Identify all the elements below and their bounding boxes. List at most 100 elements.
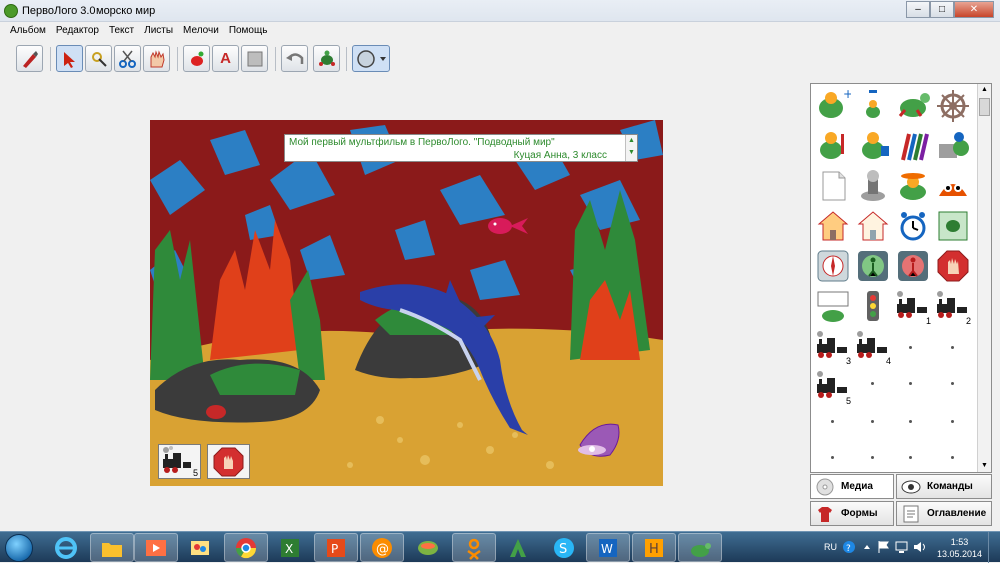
- show-desktop-button[interactable]: [988, 532, 1000, 563]
- turtle-hat-shape[interactable]: [893, 166, 933, 206]
- tab-media[interactable]: Медиа: [810, 474, 894, 499]
- taskbar-arc[interactable]: [496, 533, 540, 562]
- taskbar-explorer[interactable]: [90, 533, 134, 562]
- network-icon[interactable]: [894, 539, 910, 555]
- menu-pages[interactable]: Листы: [144, 22, 173, 40]
- turtle-computer-shape[interactable]: [933, 126, 973, 166]
- word-icon: W: [599, 538, 617, 557]
- pencils-shape[interactable]: [893, 126, 933, 166]
- hand-drag-tool-button[interactable]: [85, 45, 112, 72]
- menu-text[interactable]: Текст: [109, 22, 134, 40]
- empty-slot[interactable]: [951, 456, 954, 459]
- train-4-shape[interactable]: 4: [853, 326, 893, 366]
- empty-slot[interactable]: [831, 456, 834, 459]
- scroll-thumb[interactable]: [979, 98, 990, 116]
- menu-misc[interactable]: Мелочи: [183, 22, 219, 40]
- scissors-tool-button[interactable]: [114, 45, 141, 72]
- train-5-shape[interactable]: 5: [813, 366, 853, 406]
- empty-slot[interactable]: [909, 420, 912, 423]
- train-1-shape[interactable]: 1: [893, 286, 933, 326]
- scroll-down-arrow[interactable]: ▼: [978, 460, 991, 472]
- red-walker-shape[interactable]: [893, 246, 933, 286]
- taskbar-h-app[interactable]: H: [632, 533, 676, 562]
- empty-slot[interactable]: [909, 456, 912, 459]
- empty-slot[interactable]: [951, 420, 954, 423]
- empty-slot[interactable]: [909, 382, 912, 385]
- tab-contents[interactable]: Оглавление: [896, 501, 992, 526]
- flag-icon[interactable]: [876, 539, 892, 555]
- new-turtle-button[interactable]: [313, 45, 340, 72]
- empty-slot[interactable]: [871, 420, 874, 423]
- scroll-up-arrow[interactable]: ▲: [978, 84, 991, 96]
- turtle-reader-shape[interactable]: [853, 126, 893, 166]
- train-start-button[interactable]: 5: [158, 444, 201, 479]
- maximize-button[interactable]: □: [930, 1, 954, 18]
- empty-slot[interactable]: [831, 420, 834, 423]
- taskbar-mail-agent[interactable]: @: [360, 533, 404, 562]
- empty-slot[interactable]: [909, 346, 912, 349]
- language-indicator[interactable]: RU: [824, 542, 837, 552]
- taskbar-powerpoint[interactable]: P: [314, 533, 358, 562]
- blank-page-shape[interactable]: [813, 166, 853, 206]
- tab-commands[interactable]: Команды: [896, 474, 992, 499]
- menu-editor[interactable]: Редактор: [56, 22, 99, 40]
- taskbar-word[interactable]: W: [586, 533, 630, 562]
- house-shape[interactable]: [853, 206, 893, 246]
- taskbar-chrome[interactable]: [224, 533, 268, 562]
- taskbar-pervologo[interactable]: [678, 533, 722, 562]
- taskbar-icq[interactable]: [406, 533, 450, 562]
- close-button[interactable]: ✕: [954, 1, 994, 18]
- help-icon[interactable]: ?: [842, 540, 856, 554]
- alarm-clock-icon: [900, 212, 926, 241]
- taskbar-ie[interactable]: [44, 533, 88, 562]
- taskbar-media[interactable]: [134, 533, 178, 562]
- start-button[interactable]: [5, 534, 33, 562]
- text-tool-button[interactable]: A: [212, 45, 239, 72]
- taskbar-paint[interactable]: [178, 533, 222, 562]
- ship-wheel-shape[interactable]: [933, 86, 973, 126]
- tab-forms[interactable]: Формы: [810, 501, 894, 526]
- stamp-shape[interactable]: [853, 166, 893, 206]
- turtle-sign-shape[interactable]: [813, 286, 853, 326]
- taskbar-odnoklassniki[interactable]: [452, 533, 496, 562]
- stop-button[interactable]: [207, 444, 250, 479]
- stop-hand-shape[interactable]: [933, 246, 973, 286]
- tray-expand-icon[interactable]: [862, 542, 872, 552]
- traffic-light-shape[interactable]: [853, 286, 893, 326]
- alarm-clock-shape[interactable]: [893, 206, 933, 246]
- train-2-shape[interactable]: 2: [933, 286, 973, 326]
- empty-slot[interactable]: [871, 382, 874, 385]
- stamp-tool-button[interactable]: [241, 45, 268, 72]
- scene-text-box[interactable]: Мой первый мультфильм в ПервоЛого. "Подв…: [284, 134, 638, 162]
- compass-button-shape[interactable]: [813, 246, 853, 286]
- shape-selector-dropdown[interactable]: [352, 45, 390, 72]
- svg-text:?: ?: [846, 544, 851, 554]
- empty-slot[interactable]: [951, 382, 954, 385]
- taskbar-excel[interactable]: X: [268, 533, 312, 562]
- minimize-button[interactable]: –: [906, 1, 930, 18]
- menu-help[interactable]: Помощь: [229, 22, 268, 40]
- menu-album[interactable]: Альбом: [10, 22, 46, 40]
- scene-canvas[interactable]: [150, 120, 663, 486]
- text-box-scrollbar[interactable]: ▲ ▼: [625, 135, 637, 161]
- panel-scrollbar[interactable]: ▲ ▼: [977, 84, 991, 472]
- train-3-shape[interactable]: 3: [813, 326, 853, 366]
- turtle-frame-shape[interactable]: [933, 206, 973, 246]
- clock[interactable]: 1:53 13.05.2014: [937, 536, 982, 560]
- empty-slot[interactable]: [871, 456, 874, 459]
- empty-slot[interactable]: [951, 346, 954, 349]
- taskbar-skype[interactable]: S: [542, 533, 586, 562]
- glove-tool-button[interactable]: [143, 45, 170, 72]
- undo-tool-button[interactable]: [281, 45, 308, 72]
- turtle-add-shape[interactable]: +: [813, 86, 853, 126]
- turtle-tool-button[interactable]: [183, 45, 210, 72]
- arrow-tool-button[interactable]: [56, 45, 83, 72]
- green-walker-shape[interactable]: [853, 246, 893, 286]
- brush-tool-button[interactable]: [16, 45, 43, 72]
- turtle-walking-shape[interactable]: [893, 86, 933, 126]
- bug-eyes-shape[interactable]: [933, 166, 973, 206]
- turtle-small-shape[interactable]: [853, 86, 893, 126]
- volume-icon[interactable]: [912, 539, 928, 555]
- turtle-artist-shape[interactable]: [813, 126, 853, 166]
- turtle-home-shape[interactable]: [813, 206, 853, 246]
